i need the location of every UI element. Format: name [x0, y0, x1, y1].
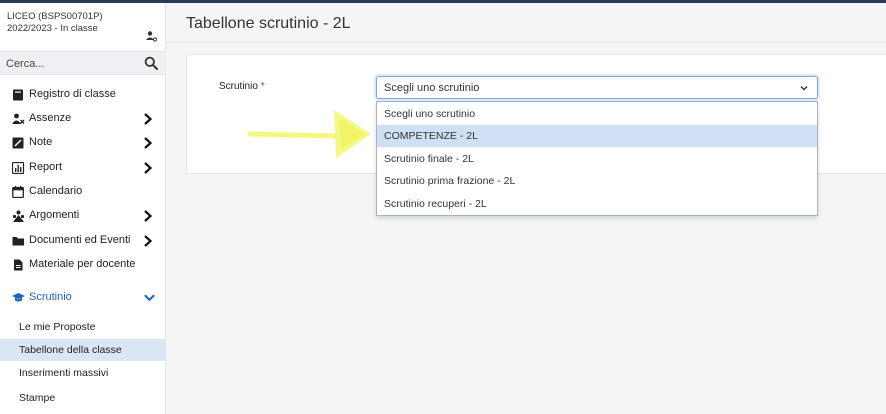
- sidebar-item-documenti[interactable]: Documenti ed Eventi: [0, 229, 166, 253]
- sidebar-item-calendario[interactable]: Calendario: [0, 180, 166, 204]
- chevron-right-icon: [144, 210, 153, 222]
- school-year: 2022/2023 - In classe: [7, 23, 98, 34]
- school-name: LICEO (BSPS00701P): [7, 11, 103, 22]
- scrutinio-dropdown: Scegli uno scrutinio COMPETENZE - 2L Scr…: [376, 101, 818, 216]
- search-input[interactable]: [6, 55, 136, 72]
- sidebar-item-label: Scrutinio: [29, 291, 72, 303]
- note-icon: [12, 137, 24, 149]
- sidebar-subitem-tabellone[interactable]: Tabellone della classe: [0, 339, 166, 361]
- dropdown-option[interactable]: Scrutinio finale - 2L: [377, 148, 817, 170]
- dropdown-option-highlighted[interactable]: COMPETENZE - 2L: [377, 125, 817, 147]
- option-label: COMPETENZE - 2L: [384, 130, 478, 142]
- sidebar-item-registro[interactable]: Registro di classe: [0, 83, 166, 107]
- sidebar-item-label: Note: [29, 136, 53, 148]
- select-value: Scegli uno scrutinio: [384, 82, 480, 94]
- sidebar-subitem-proposte[interactable]: Le mie Proposte: [0, 316, 166, 338]
- file-icon: [14, 259, 23, 271]
- sidebar-item-argomenti[interactable]: Argomenti: [0, 204, 166, 228]
- search-icon[interactable]: [144, 56, 158, 70]
- users-icon: [12, 210, 25, 222]
- sidebar-item-report[interactable]: Report: [0, 156, 166, 180]
- chevron-right-icon: [144, 162, 153, 174]
- option-label: Scegli uno scrutinio: [384, 108, 476, 120]
- calendar-icon: [12, 186, 24, 198]
- folder-icon: [12, 237, 24, 246]
- sidebar-item-materiale[interactable]: Materiale per docente: [0, 253, 166, 277]
- chevron-right-icon: [144, 137, 153, 149]
- book-icon: [13, 89, 23, 101]
- dropdown-option[interactable]: Scrutinio prima frazione - 2L: [377, 170, 817, 192]
- sidebar-subitem-label: Stampe: [19, 392, 56, 404]
- sidebar-item-scrutinio[interactable]: Scrutinio: [0, 286, 166, 310]
- chevron-right-icon: [144, 235, 153, 247]
- sidebar-item-label: Registro di classe: [29, 88, 116, 100]
- user-x-icon: [12, 113, 25, 124]
- school-info[interactable]: LICEO (BSPS00701P) 2022/2023 - In classe: [7, 11, 103, 35]
- option-label: Scrutinio finale - 2L: [384, 153, 474, 165]
- dropdown-option[interactable]: Scrutinio recuperi - 2L: [377, 193, 817, 215]
- sidebar-item-label: Argomenti: [29, 209, 80, 221]
- sidebar-item-label: Documenti ed Eventi: [29, 234, 131, 246]
- chevron-down-icon: [800, 86, 808, 91]
- sidebar-subitem-stampe[interactable]: Stampe: [0, 387, 166, 409]
- required-mark: *: [260, 81, 265, 92]
- chevron-right-icon: [144, 113, 153, 125]
- chart-icon: [12, 162, 25, 174]
- graduation-cap-icon: [12, 293, 25, 302]
- sidebar-item-label: Report: [29, 161, 63, 173]
- option-label: Scrutinio recuperi - 2L: [384, 198, 487, 210]
- field-label-text: Scrutinio: [219, 81, 258, 92]
- sidebar-subitem-label: Tabellone della classe: [19, 344, 122, 356]
- scrutinio-select[interactable]: Scegli uno scrutinio: [376, 76, 818, 99]
- sidebar-item-assenze[interactable]: Assenze: [0, 107, 166, 131]
- sidebar-subitem-label: Le mie Proposte: [19, 321, 96, 333]
- sidebar: LICEO (BSPS00701P) 2022/2023 - In classe…: [0, 3, 166, 414]
- user-swap-icon[interactable]: [145, 30, 157, 42]
- sidebar-item-label: Calendario: [29, 185, 83, 197]
- sidebar-subitem-label: Inserimenti massivi: [19, 367, 109, 379]
- chevron-down-icon: [144, 294, 155, 302]
- sidebar-item-note[interactable]: Note: [0, 131, 166, 155]
- sidebar-item-label: Materiale per docente: [29, 258, 136, 270]
- divider: [166, 42, 886, 43]
- page-title: Tabellone scrutinio - 2L: [186, 15, 351, 32]
- search-box: [0, 51, 166, 75]
- dropdown-option[interactable]: Scegli uno scrutinio: [377, 103, 817, 125]
- scrutinio-label: Scrutinio *: [219, 81, 265, 92]
- option-label: Scrutinio prima frazione - 2L: [384, 175, 516, 187]
- sidebar-subitem-inserimenti[interactable]: Inserimenti massivi: [0, 362, 166, 384]
- sidebar-item-label: Assenze: [29, 112, 72, 124]
